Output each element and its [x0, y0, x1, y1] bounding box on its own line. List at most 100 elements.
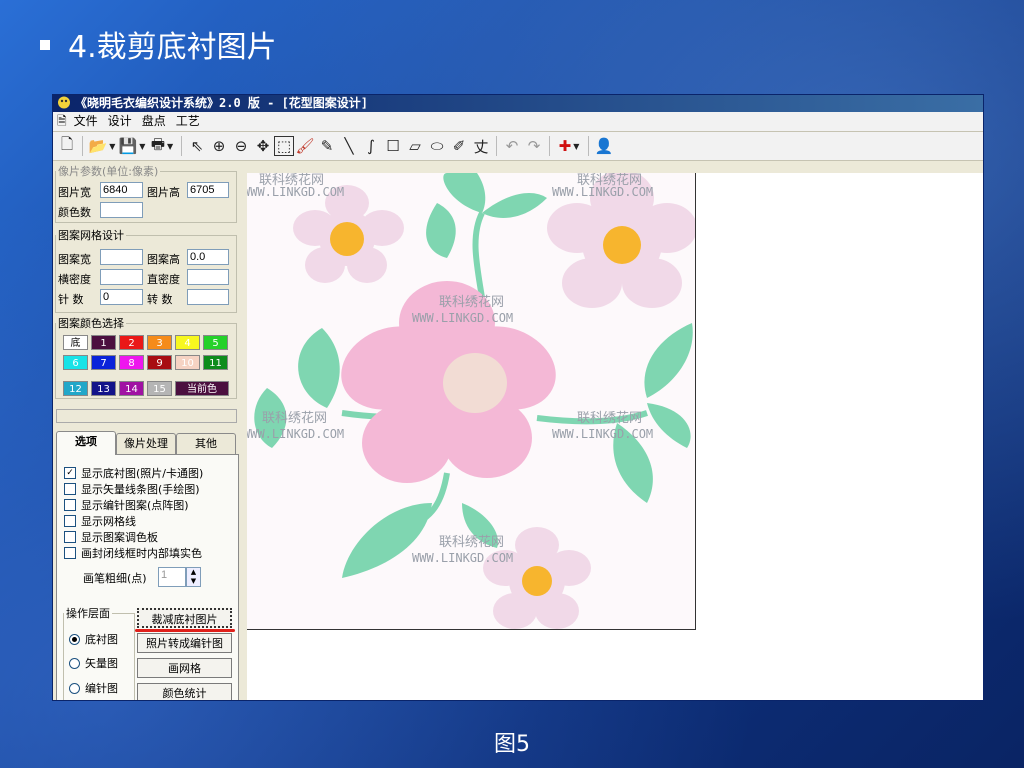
color-stats-button[interactable]: 颜色统计 [137, 683, 232, 700]
person-icon[interactable]: 👤 [593, 135, 615, 157]
menu-file[interactable]: 文件 [69, 114, 103, 128]
checkbox-icon[interactable] [64, 547, 76, 559]
stitch-count-label: 针 数 [58, 293, 84, 306]
menu-design[interactable]: 设计 [103, 114, 137, 128]
curve-icon[interactable]: ∫ [360, 135, 382, 157]
new-icon[interactable]: 🗋 [56, 135, 78, 157]
brush-size-spinner[interactable]: ▲ ▼ [186, 567, 201, 587]
checkbox-checked-icon[interactable]: ✓ [64, 467, 76, 479]
option-show-background[interactable]: ✓ 显示底衬图(照片/卡通图) [64, 465, 203, 481]
color-picker-icon[interactable]: ✐ [448, 135, 470, 157]
cross-icon[interactable]: ✚ ▼ [554, 135, 584, 157]
option-show-vector[interactable]: 显示矢量线条图(手绘图) [64, 481, 200, 497]
option-show-palette[interactable]: 显示图案调色板 [64, 529, 158, 545]
radio-background-layer[interactable]: 底衬图 [69, 631, 118, 647]
move-icon[interactable]: ✥ [252, 135, 274, 157]
select-arrow-icon[interactable]: ⇖ [186, 135, 208, 157]
palette-swatch-6[interactable]: 6 [63, 355, 88, 370]
vertical-density-field[interactable] [187, 269, 229, 285]
menu-doc-icon[interactable]: 🗎 [55, 114, 69, 128]
vertical-density-label: 直密度 [147, 273, 180, 286]
palette-swatch-15[interactable]: 15 [147, 381, 172, 396]
radio-icon[interactable] [69, 657, 80, 669]
brush-size-label: 画笔粗细(点) [83, 572, 147, 585]
color-count-field[interactable] [100, 202, 143, 218]
palette-swatch-2[interactable]: 2 [119, 335, 144, 350]
design-canvas[interactable]: 联科绣花网 WWW.LINKGD.COM 联科绣花网 WWW.LINKGD.CO… [247, 173, 983, 700]
rect-select-icon[interactable]: ⬚ [274, 136, 294, 156]
palette-swatch-12[interactable]: 12 [63, 381, 88, 396]
option-show-stitch[interactable]: 显示编针图案(点阵图) [64, 497, 189, 513]
stitch-icon[interactable]: 丈 [470, 135, 492, 157]
palette-swatch-11[interactable]: 11 [203, 355, 228, 370]
undo-icon[interactable]: ↶ [501, 135, 523, 157]
watermark-en: WWW.LINKGD.COM [412, 551, 514, 565]
tab-options[interactable]: 选项 [56, 431, 116, 455]
palette-swatch-7[interactable]: 7 [91, 355, 116, 370]
current-color-swatch[interactable]: 当前色 [175, 381, 229, 396]
tab-other[interactable]: 其他 [176, 433, 236, 454]
ellipse-icon[interactable]: ⬭ [426, 135, 448, 157]
toolbar-separator [496, 136, 497, 156]
option-fill-closed[interactable]: 画封闭线框时内部填实色 [64, 545, 202, 561]
checkbox-icon[interactable] [64, 483, 76, 495]
radio-stitch-layer[interactable]: 编针图 [69, 680, 118, 696]
pattern-height-label: 图案高 [147, 253, 180, 266]
horizontal-density-label: 横密度 [58, 273, 91, 286]
palette-swatch-1[interactable]: 1 [91, 335, 116, 350]
layer-legend: 操作层面 [66, 607, 110, 620]
image-height-field[interactable]: 6705 [187, 182, 229, 198]
palette-swatch-14[interactable]: 14 [119, 381, 144, 396]
slide-title-text: 4.裁剪底衬图片 [68, 30, 277, 65]
checkbox-icon[interactable] [64, 499, 76, 511]
draw-grid-button[interactable]: 画网格 [137, 658, 232, 678]
image-width-field[interactable]: 6840 [100, 182, 143, 198]
tab-photo-processing[interactable]: 像片处理 [116, 433, 176, 454]
checkbox-icon[interactable] [64, 531, 76, 543]
option-label: 显示底衬图(照片/卡通图) [81, 467, 204, 480]
palette-swatch-8[interactable]: 8 [119, 355, 144, 370]
option-label: 显示编针图案(点阵图) [81, 499, 189, 512]
zoom-out-icon[interactable]: ⊖ [230, 135, 252, 157]
stitch-count-field[interactable]: 0 [100, 289, 143, 305]
palette-swatch-10[interactable]: 10 [175, 355, 200, 370]
rectangle-icon[interactable]: ☐ [382, 135, 404, 157]
pattern-width-label: 图案宽 [58, 253, 91, 266]
redo-icon[interactable]: ↷ [523, 135, 545, 157]
figure-caption: 图5 [494, 732, 530, 757]
radio-icon[interactable] [69, 682, 80, 694]
pencil-icon[interactable]: ✎ [316, 135, 338, 157]
menu-craft[interactable]: 工艺 [171, 114, 205, 128]
palette-swatch-3[interactable]: 3 [147, 335, 172, 350]
zoom-in-icon[interactable]: ⊕ [208, 135, 230, 157]
menu-inventory[interactable]: 盘点 [137, 114, 171, 128]
radio-selected-icon[interactable] [69, 633, 80, 645]
photo-to-stitch-button[interactable]: 照片转成编针图 [137, 633, 232, 653]
open-icon[interactable]: 📂 ▼ [87, 135, 117, 157]
palette-swatch-13[interactable]: 13 [91, 381, 116, 396]
horizontal-density-field[interactable] [100, 269, 143, 285]
fill-bucket-icon[interactable]: 🖌 [294, 135, 316, 157]
window-titlebar[interactable]: 《晓明毛衣编织设计系统》2.0 版 - [花型图案设计] [53, 95, 983, 112]
watermark-cn: 联科绣花网 [439, 295, 505, 310]
palette-swatch-9[interactable]: 9 [147, 355, 172, 370]
line-icon[interactable]: ╲ [338, 135, 360, 157]
palette-swatch-4[interactable]: 4 [175, 335, 200, 350]
brush-size-input[interactable]: 1 [158, 567, 186, 587]
save-icon[interactable]: 💾 ▼ [117, 135, 147, 157]
palette-swatch-底[interactable]: 底 [63, 335, 88, 350]
crop-background-button[interactable]: 裁减底衬图片 [137, 608, 232, 628]
radio-label: 底衬图 [85, 633, 118, 646]
row-count-field[interactable] [187, 289, 229, 305]
pattern-width-field[interactable] [100, 249, 143, 265]
image-width-label: 图片宽 [58, 186, 91, 199]
option-show-grid[interactable]: 显示网格线 [64, 513, 136, 529]
pattern-height-field[interactable]: 0.0 [187, 249, 229, 265]
print-icon[interactable]: 🖶 ▼ [147, 135, 177, 157]
watermark-en: WWW.LINKGD.COM [552, 185, 654, 199]
watermark-en: WWW.LINKGD.COM [412, 311, 514, 325]
radio-vector-layer[interactable]: 矢量图 [69, 655, 118, 671]
polygon-icon[interactable]: ▱ [404, 135, 426, 157]
checkbox-icon[interactable] [64, 515, 76, 527]
palette-swatch-5[interactable]: 5 [203, 335, 228, 350]
